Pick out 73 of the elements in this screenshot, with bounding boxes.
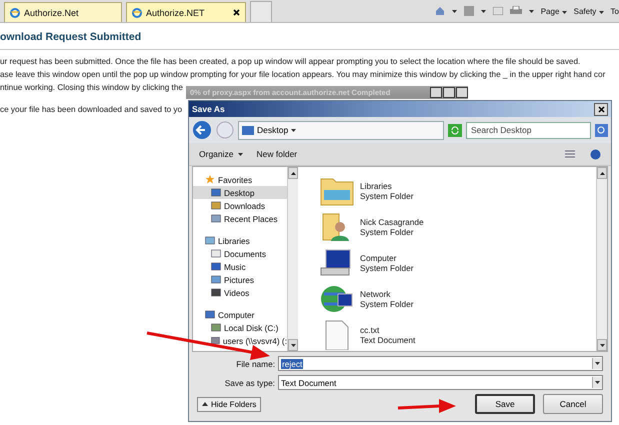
close-icon[interactable]: [233, 9, 240, 16]
view-icon[interactable]: [564, 149, 576, 159]
print-icon[interactable]: [510, 6, 522, 16]
nav-item[interactable]: Local Disk (C:): [193, 321, 287, 334]
nav-item[interactable]: Downloads: [193, 199, 287, 212]
caret-icon: [595, 362, 600, 365]
file-type-dropdown[interactable]: Text Document: [278, 375, 603, 390]
toolbar-button[interactable]: Organize: [199, 149, 242, 159]
maximize-button[interactable]: [443, 87, 455, 98]
dialog-button[interactable]: Cancel: [543, 394, 603, 414]
browser-icon: [10, 8, 20, 18]
body-text: ce your file has been downloaded and saved to yo: [0, 104, 182, 116]
close-icon: [598, 106, 604, 112]
star-icon: [205, 175, 215, 184]
menu-button[interactable]: Safety: [574, 6, 604, 16]
menu-button[interactable]: To: [610, 6, 619, 16]
search-field[interactable]: Search Desktop: [466, 122, 591, 138]
home-icon[interactable]: [434, 6, 445, 16]
caret-icon: [452, 10, 457, 12]
browser-icon: [132, 8, 142, 18]
desktop-icon: [242, 126, 254, 134]
nav-item[interactable]: Libraries: [193, 234, 287, 247]
scrollbar[interactable]: [596, 167, 607, 351]
caret-icon: [480, 10, 486, 12]
file-item[interactable]: Libraries System Folder: [320, 173, 596, 209]
caret-icon: [528, 10, 534, 12]
browser-tab[interactable]: Authorize.NET: [126, 2, 246, 22]
file-item[interactable]: Computer System Folder: [320, 245, 596, 281]
file-item[interactable]: Network System Folder: [320, 281, 596, 317]
caret-icon: [598, 10, 604, 14]
caret-icon: [290, 344, 296, 346]
nav-item[interactable]: Recent Places: [193, 212, 287, 225]
globe-icon: [320, 284, 354, 314]
minimize-button[interactable]: [430, 87, 442, 98]
field-label: Save as type:: [224, 378, 275, 388]
nav-item[interactable]: Computer: [193, 308, 287, 321]
scroll-up-icon[interactable]: [600, 172, 604, 174]
body-text: ntinue working. Closing this window by clicking the: [0, 82, 183, 94]
body-text: ase leave this window open until the pop up window prompting for your file location appears. You may minimize this window by clicking the _ in the upper right hand cor: [0, 69, 606, 81]
scroll-up-icon[interactable]: [290, 172, 296, 174]
file-item[interactable]: Nick Casagrande System Folder: [320, 209, 596, 245]
close-button[interactable]: [456, 87, 468, 98]
page-heading: ownload Request Submitted: [0, 28, 619, 50]
nav-item[interactable]: Documents: [193, 247, 287, 260]
address-field[interactable]: Desktop: [238, 120, 444, 140]
search-icon[interactable]: [595, 124, 608, 136]
caret-icon: [562, 10, 567, 14]
body-text: ur request has been submitted. Once the file has been created, a pop up window will appear prompting you to select the location where the file should be saved.: [0, 56, 580, 68]
menu-button[interactable]: Page: [540, 6, 567, 16]
nav-item[interactable]: Desktop: [193, 186, 287, 199]
nav-item[interactable]: users (\\svsvr4) (:: [193, 334, 287, 347]
nav-item[interactable]: Pictures: [193, 273, 287, 286]
dialog-title: Save As: [192, 104, 225, 114]
browser-tab[interactable]: Authorize.Net: [4, 2, 122, 22]
nav-item[interactable]: Music: [193, 260, 287, 273]
caret-icon: [600, 344, 604, 346]
caret-icon: [595, 381, 600, 384]
file-name-field[interactable]: reject: [278, 356, 603, 371]
toolbar-button[interactable]: New folder: [256, 149, 298, 159]
pointer-arrow: [398, 399, 456, 413]
caret-icon: [238, 152, 242, 156]
refresh-icon[interactable]: [448, 124, 462, 136]
nav-item[interactable]: Videos: [193, 286, 287, 299]
dialog-button[interactable]: Save: [475, 394, 535, 414]
caret-icon: [202, 402, 208, 406]
close-button[interactable]: [594, 102, 608, 116]
file-item[interactable]: cc.txt Text Document: [320, 317, 596, 351]
back-icon[interactable]: [192, 120, 212, 140]
nav-item[interactable]: Favorites: [193, 173, 287, 186]
field-label: File name:: [235, 358, 275, 368]
scrollbar[interactable]: [287, 167, 298, 351]
hide-folders-button[interactable]: Hide Folders: [197, 396, 262, 412]
caret-icon: [291, 128, 296, 132]
